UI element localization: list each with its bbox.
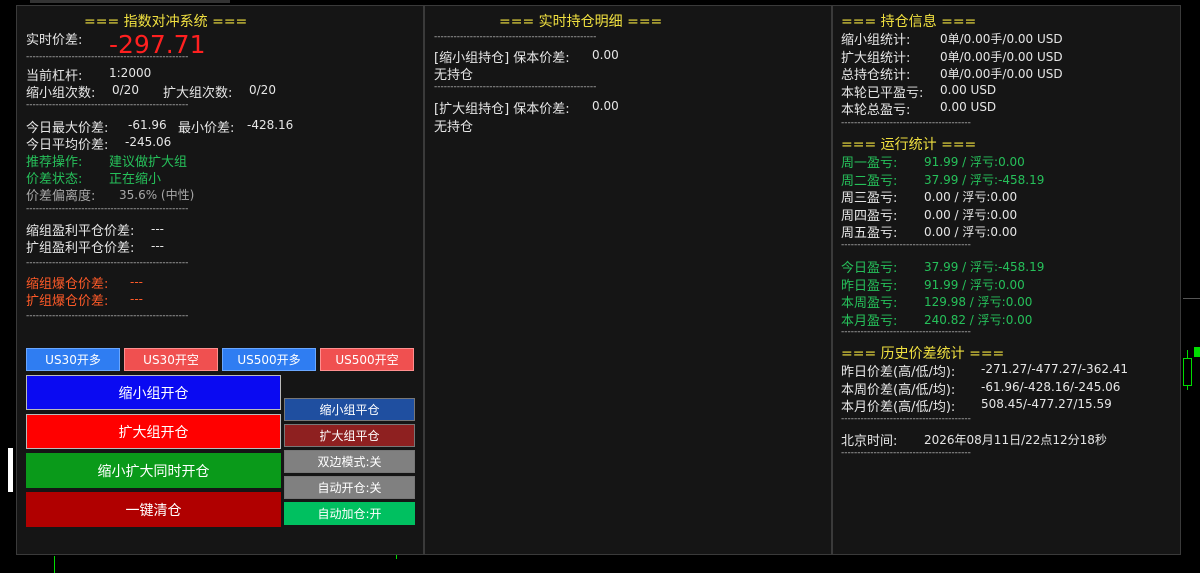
period-pnl-label: 本月盈亏: [841,313,898,329]
divider: ----------------------------------------… [26,311,189,321]
divider: ---------------------------------------- [841,327,971,337]
us30-short-button[interactable]: US30开空 [124,348,218,371]
beijing-time-value: 2026年08月11日/22点12分18秒 [924,433,1107,447]
expand-count-value: 0/20 [249,83,276,97]
position-detail-panel: === 实时持仓明细 === -------------------------… [424,5,832,555]
history-spread-value: -271.27/-477.27/-362.41 [981,362,1129,376]
status-value: 正在缩小 [109,172,162,187]
panel-title: === 指数对冲系统 === [84,14,248,30]
expand-count-label: 扩大组次数: [163,86,233,101]
deviation-label: 价差偏离度: [26,189,96,204]
position-stat-value: 0单/0.00手/0.00 USD [940,67,1063,81]
divider: ---------------------------------------- [841,118,971,128]
period-pnl-label: 本周盈亏: [841,296,898,311]
history-spread-label: 本月价差(高/低/均): [841,400,956,415]
divider: ----------------------------------------… [434,82,597,92]
position-stat-label: 缩小组统计: [841,33,911,48]
weekday-pnl-value: 0.00 / 浮亏:0.00 [924,190,1018,204]
today-max-value: -61.96 [128,118,167,132]
account-info-panel: === 持仓信息 === 缩小组统计: 0单/0.00手/0.00 USD 扩大组统… [832,5,1181,555]
position-stat-label: 本轮总盈亏: [841,103,911,118]
auto-open-toggle[interactable]: 自动开仓:关 [284,476,415,499]
leverage-value: 1:2000 [109,66,152,80]
expand-position-header: [扩大组持仓] 保本价差: [434,102,570,117]
weekday-pnl-value: 0.00 / 浮亏:0.00 [924,207,1018,222]
spread-label: 实时价差: [26,33,83,48]
shrink-breakeven-value: 0.00 [592,48,619,62]
divider: ----------------------------------------… [26,204,189,214]
us30-long-button[interactable]: US30开多 [26,348,120,371]
position-stat-value: 0单/0.00手/0.00 USD [940,49,1063,64]
weekday-pnl-label: 周五盈亏: [841,226,898,241]
weekday-pnl-value: 37.99 / 浮亏:-458.19 [924,172,1045,187]
expand-no-position: 无持仓 [434,120,474,135]
weekday-pnl-label: 周一盈亏: [841,156,898,171]
history-spread-label: 昨日价差(高/低/均): [841,365,956,380]
candle-bar [1194,347,1200,357]
position-stat-label: 本轮已平盈亏: [841,85,924,101]
chart-top-strip [30,0,230,3]
divider: ---------------------------------------- [841,448,971,458]
divider: ---------------------------------------- [841,414,971,424]
period-pnl-label: 昨日盈亏: [841,278,898,294]
weekday-pnl-label: 周二盈亏: [841,173,898,189]
today-min-value: -428.16 [247,118,294,132]
expand-tp-value: --- [151,239,164,253]
position-stat-label: 总持仓统计: [841,68,911,83]
position-stat-value: 0.00 USD [940,100,997,114]
dual-mode-toggle[interactable]: 双边模式:关 [284,450,415,473]
weekday-pnl-label: 周四盈亏: [841,208,898,224]
period-pnl-value: 91.99 / 浮亏:0.00 [924,277,1025,292]
us500-long-button[interactable]: US500开多 [222,348,316,371]
open-shrink-button[interactable]: 缩小组开仓 [26,375,281,410]
close-shrink-button[interactable]: 缩小组平仓 [284,398,415,421]
period-pnl-value: 240.82 / 浮亏:0.00 [924,312,1033,327]
candle-bar [1183,358,1192,386]
weekday-pnl-label: 周三盈亏: [841,191,898,206]
run-stats-title: === 运行统计 === [841,137,977,153]
position-stat-label: 扩大组统计: [841,50,911,66]
shrink-tp-value: --- [151,222,164,236]
history-spread-title: === 历史价差统计 === [841,346,1005,362]
divider: ----------------------------------------… [26,258,189,268]
open-expand-button[interactable]: 扩大组开仓 [26,414,281,449]
shrink-count-value: 0/20 [112,83,139,97]
position-info-title: === 持仓信息 === [841,14,977,30]
history-spread-value: -61.96/-428.16/-245.06 [981,379,1121,394]
expand-liq-value: --- [130,292,143,306]
period-pnl-label: 今日盈亏: [841,261,898,276]
close-all-button[interactable]: 一键清仓 [26,492,281,527]
open-both-button[interactable]: 缩小扩大同时开仓 [26,453,281,488]
history-spread-value: 508.45/-477.27/15.59 [981,397,1112,411]
position-stat-value: 0单/0.00手/0.00 USD [940,32,1063,46]
shrink-count-label: 缩小组次数: [26,86,96,101]
history-spread-label: 本周价差(高/低/均): [841,382,956,398]
us500-short-button[interactable]: US500开空 [320,348,414,371]
chart-gridline [1183,298,1200,299]
expand-breakeven-value: 0.00 [592,99,619,113]
expand-tp-label: 扩组盈利平仓价差: [26,241,135,256]
today-min-label: 最小价差: [178,121,235,136]
today-avg-value: -245.06 [125,135,172,149]
divider: ---------------------------------------- [841,240,971,250]
period-pnl-value: 37.99 / 浮亏:-458.19 [924,260,1045,274]
period-pnl-value: 129.98 / 浮亏:0.00 [924,295,1033,309]
hedge-system-panel: === 指数对冲系统 === 实时价差: -297.71 -----------… [16,5,424,555]
chart-edge-marker [8,448,13,492]
beijing-time-label: 北京时间: [841,434,898,449]
weekday-pnl-value: 0.00 / 浮亏:0.00 [924,225,1018,239]
panel-title: === 实时持仓明细 === [499,14,663,30]
divider: ----------------------------------------… [434,32,597,42]
shrink-liq-value: --- [130,275,143,289]
divider: ----------------------------------------… [26,100,189,110]
candle-wick [54,556,55,573]
expand-liq-label: 扩组爆仓价差: [26,294,109,309]
weekday-pnl-value: 91.99 / 浮亏:0.00 [924,155,1025,169]
position-stat-value: 0.00 USD [940,82,997,97]
divider: ----------------------------------------… [26,52,189,62]
close-expand-button[interactable]: 扩大组平仓 [284,424,415,447]
shrink-no-position: 无持仓 [434,68,474,83]
auto-add-toggle[interactable]: 自动加仓:开 [284,502,415,525]
deviation-value: 35.6% (中性) [119,188,195,202]
